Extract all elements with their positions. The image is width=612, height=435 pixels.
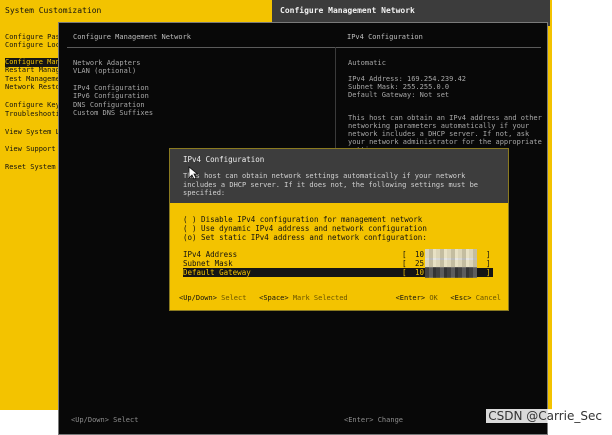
- mouse-pointer-icon: [188, 166, 198, 180]
- ipv4-address-info: IPv4 Address: 169.254.239.42: [348, 75, 467, 83]
- field-bracket-close: ]: [486, 268, 491, 277]
- field-bracket-close: ]: [486, 259, 491, 268]
- field-bracket-close: ]: [486, 250, 491, 259]
- hint-updown-key: <Up/Down>: [179, 294, 217, 302]
- dialog-title: IPv4 Configuration: [183, 155, 265, 164]
- subnet-mask-label: Subnet Mask: [183, 259, 233, 268]
- footer-select-hint: <Up/Down> Select: [71, 416, 139, 424]
- csdn-watermark: CSDN @Carrie_Sec: [486, 409, 604, 423]
- dialog-description: This host can obtain network settings au…: [183, 172, 479, 197]
- hints-right: <Enter> OK <Esc> Cancel: [396, 294, 501, 302]
- network-menu-vlan[interactable]: VLAN (optional): [73, 67, 136, 75]
- ipv4-address-label: IPv4 Address: [183, 250, 238, 259]
- field-bracket-open: [: [402, 259, 407, 268]
- cancel-button[interactable]: <Esc>: [450, 294, 471, 302]
- default-gateway-field[interactable]: Default Gateway [ 10 ]: [183, 267, 493, 278]
- ipv4-mode-value: Automatic: [348, 59, 386, 67]
- menu-item-view-system-logs[interactable]: View System Logs: [5, 128, 65, 137]
- ok-label: OK: [429, 294, 438, 302]
- menu-item-view-support-information[interactable]: View Support Information: [5, 145, 65, 154]
- field-bracket-open: [: [402, 268, 407, 277]
- option-dynamic-ipv4[interactable]: ( ) Use dynamic IPv4 address and network…: [183, 224, 427, 233]
- default-gateway-value[interactable]: 10: [415, 268, 424, 277]
- field-bracket-open: [: [402, 250, 407, 259]
- menu-item-network-restore-options[interactable]: Network Restore Options: [5, 83, 65, 92]
- menu-item-reset-system-configuration[interactable]: Reset System Configuration: [5, 163, 65, 172]
- ipv4-address-value[interactable]: 10: [415, 250, 424, 259]
- network-menu-custom-dns-suffixes[interactable]: Custom DNS Suffixes: [73, 109, 153, 117]
- hint-select-action: Select: [221, 294, 247, 302]
- network-screen-right-title: IPv4 Configuration: [347, 33, 423, 41]
- option-static-ipv4[interactable]: (o) Set static IPv4 address and network …: [183, 233, 427, 242]
- default-gateway-info: Default Gateway: Not set: [348, 91, 450, 99]
- cancel-label: Cancel: [475, 294, 501, 302]
- network-menu-dns-configuration[interactable]: DNS Configuration: [73, 101, 145, 109]
- network-menu-ipv4-configuration[interactable]: IPv4 Configuration: [73, 84, 149, 92]
- system-customization-title: System Customization: [5, 6, 102, 15]
- ipv4-configuration-dialog: IPv4 Configuration This host can obtain …: [169, 148, 509, 311]
- menu-item-configure-keyboard[interactable]: Configure Keyboard: [5, 101, 65, 110]
- network-screen-title: Configure Management Network: [73, 33, 192, 41]
- default-gateway-label: Default Gateway: [183, 268, 251, 277]
- back-right-title: Configure Management Network: [280, 6, 415, 15]
- footer-change-hint: <Enter> Change: [344, 416, 404, 424]
- menu-item-configure-lockdown[interactable]: Configure Lockdown Mode: [5, 41, 65, 50]
- subnet-mask-value[interactable]: 25: [415, 259, 424, 268]
- redaction-mosaic: [425, 267, 477, 278]
- ok-button[interactable]: <Enter>: [396, 294, 426, 302]
- dialog-header: IPv4 Configuration This host can obtain …: [170, 149, 508, 203]
- menu-item-troubleshooting-options[interactable]: Troubleshooting Options: [5, 110, 65, 119]
- option-disable-ipv4[interactable]: ( ) Disable IPv4 configuration for manag…: [183, 215, 422, 224]
- subnet-mask-info: Subnet Mask: 255.255.0.0: [348, 83, 450, 91]
- network-menu-ipv6-configuration[interactable]: IPv6 Configuration: [73, 92, 149, 100]
- header-divider: [67, 47, 541, 48]
- menu-item-restart-management-network[interactable]: Restart Management Network: [5, 66, 65, 75]
- network-menu-network-adapters[interactable]: Network Adapters: [73, 59, 140, 67]
- hint-space-key: <Space>: [259, 294, 289, 302]
- hints-left: <Up/Down> Select <Space> Mark Selected: [179, 294, 348, 302]
- hint-mark-action: Mark Selected: [292, 294, 348, 302]
